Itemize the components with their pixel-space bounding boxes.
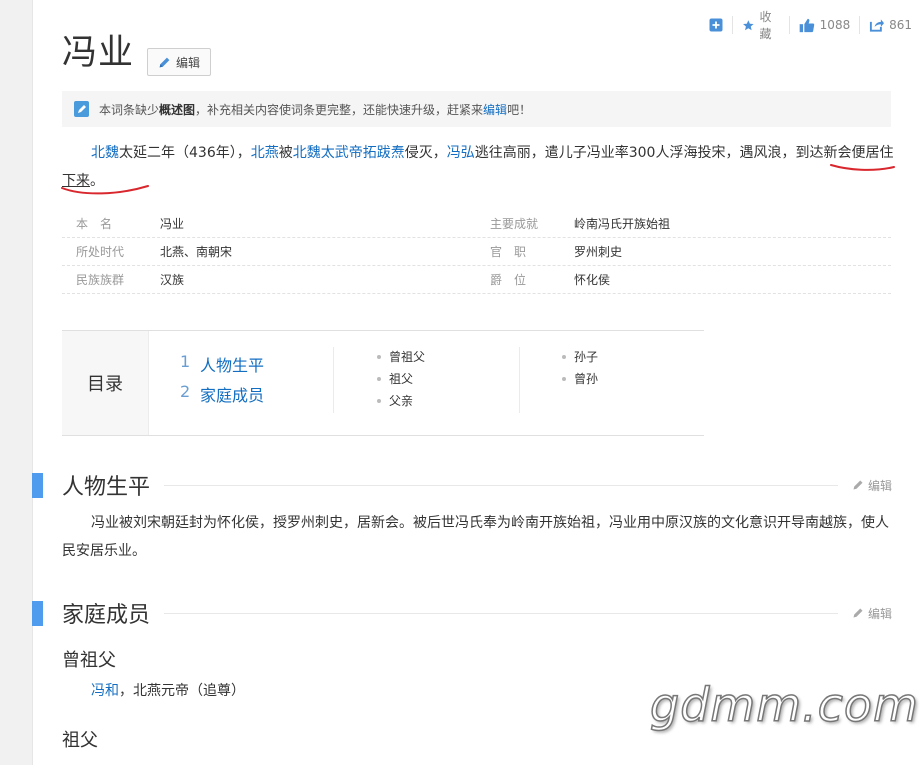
share-count: 861 — [889, 18, 912, 32]
link-feng-he[interactable]: 冯和 — [91, 683, 119, 699]
left-gutter — [0, 0, 33, 765]
info-value: 冯业 — [160, 217, 185, 231]
toc-subitem-label: 曾祖父 — [389, 350, 426, 364]
notice-edit-link[interactable]: 编辑 — [483, 101, 507, 118]
heading-rule — [164, 484, 838, 486]
toc-subitem-label: 父亲 — [389, 394, 414, 408]
toc-heading: 目录 — [62, 331, 149, 435]
subheading-grandfather: 祖父 — [62, 730, 98, 751]
favorite-button[interactable]: 收藏 — [733, 10, 789, 41]
section-heading-family: 家庭成员 编辑 — [32, 598, 892, 628]
toc-subitem[interactable]: 祖父 — [377, 370, 413, 387]
biography-paragraph: 冯业被刘宋朝廷封为怀化侯，授罗州刺史，居新会。被后世冯氏奉为岭南开族始祖，冯业用… — [62, 515, 889, 559]
link-beiwei[interactable]: 北魏 — [91, 145, 119, 161]
favorite-label: 收藏 — [759, 10, 772, 41]
notice-text-mid: ，补充相关内容使词条更完整，还能快速升级，赶紧来 — [195, 102, 484, 117]
page-title: 冯业 — [62, 33, 135, 73]
info-key: 民族族群 — [76, 273, 125, 287]
top-toolbar: 收藏 1088 861 — [700, 10, 921, 41]
summary-text: 逃往高丽，遣儿子冯业率300人浮海投宋，遇风浪， — [474, 145, 796, 161]
thumbs-up-icon — [799, 18, 814, 32]
table-of-contents: 目录 1 人物生平 2 家庭成员 曾祖父 祖父 父亲 孙子 曾孙 — [62, 330, 704, 436]
notice-text-pre: 本词条缺少 — [99, 102, 160, 117]
heading-rule — [164, 612, 838, 614]
plus-square-icon — [709, 18, 723, 32]
toc-divider — [519, 347, 520, 413]
family-member-desc: ，北燕元帝（追尊） — [119, 683, 245, 699]
section-title: 人物生平 — [62, 475, 151, 500]
toc-divider — [333, 347, 334, 413]
edit-button-label: 编辑 — [175, 55, 200, 70]
info-value: 怀化侯 — [574, 273, 611, 287]
toc-subitem[interactable]: 孙子 — [562, 348, 598, 365]
info-key: 爵 位 — [490, 273, 527, 287]
pencil-icon — [853, 608, 863, 618]
red-underline-annotation — [830, 164, 895, 171]
like-button[interactable]: 1088 — [790, 14, 860, 36]
summary-text: 侵灭， — [404, 145, 447, 161]
add-button[interactable] — [700, 14, 732, 36]
info-value: 北燕、南朝宋 — [160, 245, 233, 259]
toc-subitem[interactable]: 曾孙 — [562, 370, 598, 387]
notice-text-post: 吧！ — [507, 102, 532, 117]
section-edit-label: 编辑 — [867, 478, 892, 493]
summary-text: 太延二年（436年）， — [119, 145, 251, 161]
family-member-entry: 冯和，北燕元帝（追尊） — [91, 680, 245, 700]
toc-subitem-label: 祖父 — [389, 372, 414, 386]
info-value: 罗州刺史 — [574, 245, 623, 259]
heading-accent-bar — [32, 472, 43, 498]
heading-accent-bar — [32, 600, 43, 626]
red-underline-annotation — [61, 185, 149, 195]
summary-text: 被 — [278, 145, 293, 161]
info-row: 所处时代 北燕、南朝宋 官 职 罗州刺史 — [62, 238, 891, 266]
section-edit-label: 编辑 — [867, 606, 892, 621]
share-icon — [870, 19, 885, 32]
toc-subitem[interactable]: 曾祖父 — [377, 348, 425, 365]
section-edit-button[interactable]: 编辑 — [852, 477, 892, 494]
section-title: 家庭成员 — [62, 603, 151, 628]
summary-paragraph: 北魏太延二年（436年），北燕被北魏太武帝拓跋焘侵灭，冯弘逃往高丽，遣儿子冯业率… — [62, 139, 894, 195]
info-value: 岭南冯氏开族始祖 — [574, 217, 671, 231]
info-value: 汉族 — [160, 273, 185, 287]
toc-item-biography[interactable]: 1 人物生平 — [180, 352, 264, 376]
share-button[interactable]: 861 — [860, 14, 921, 36]
toc-label: 家庭成员 — [200, 386, 265, 405]
info-row: 本 名 冯业 主要成就 岭南冯氏开族始祖 — [62, 210, 891, 238]
link-feng-hong[interactable]: 冯弘 — [447, 145, 475, 161]
basic-info-table: 本 名 冯业 主要成就 岭南冯氏开族始祖 所处时代 北燕、南朝宋 官 职 罗州刺史 民族… — [62, 210, 891, 294]
like-count: 1088 — [819, 18, 851, 32]
section-heading-biography: 人物生平 编辑 — [32, 470, 892, 500]
notice-bold: 概述图 — [159, 102, 196, 117]
info-key: 所处时代 — [76, 245, 125, 259]
subheading-great-grandfather: 曾祖父 — [62, 650, 116, 671]
watermark-logo: gdmm.com — [649, 677, 919, 733]
info-key: 官 职 — [490, 245, 527, 259]
section-edit-button[interactable]: 编辑 — [852, 605, 892, 622]
edit-note-icon — [74, 101, 89, 117]
info-key: 本 名 — [76, 217, 113, 231]
toc-label: 人物生平 — [200, 356, 265, 375]
star-icon — [742, 19, 754, 30]
missing-image-notice: 本词条缺少 概述图 ，补充相关内容使词条更完整，还能快速升级，赶紧来 编辑 吧！ — [62, 91, 891, 127]
pencil-icon — [853, 480, 863, 490]
toc-number: 1 — [180, 352, 191, 371]
edit-button[interactable]: 编辑 — [147, 48, 211, 76]
toc-subitem-label: 孙子 — [574, 350, 599, 364]
link-beiyan[interactable]: 北燕 — [251, 145, 279, 161]
toc-subitem[interactable]: 父亲 — [377, 392, 413, 409]
pencil-icon — [159, 57, 170, 67]
toc-number: 2 — [180, 382, 191, 401]
toc-subitem-label: 曾孙 — [574, 372, 599, 386]
info-row: 民族族群 汉族 爵 位 怀化侯 — [62, 266, 891, 294]
toc-item-family[interactable]: 2 家庭成员 — [180, 382, 264, 406]
info-key: 主要成就 — [490, 217, 539, 231]
link-tuoba-tao[interactable]: 北魏太武帝拓跋焘 — [293, 145, 405, 161]
